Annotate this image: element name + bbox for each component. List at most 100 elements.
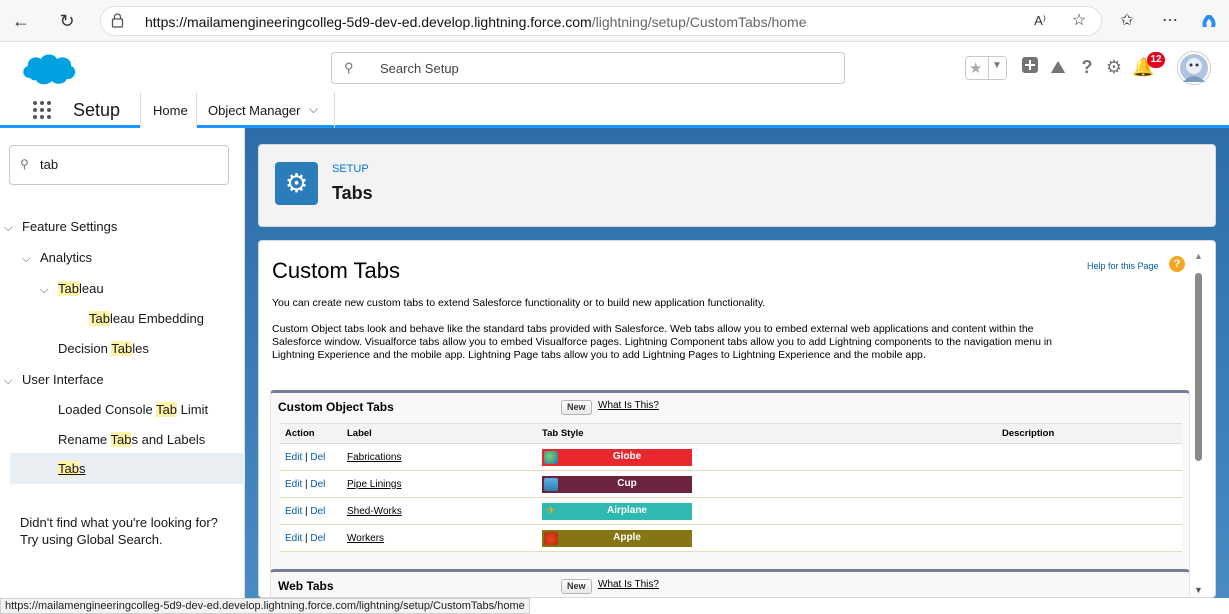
tree-decision-tables[interactable]: Decision Tables xyxy=(58,341,149,356)
back-arrow-icon[interactable]: ← xyxy=(10,10,32,32)
table-header-row: Action Label Tab Style Description xyxy=(280,423,1182,444)
url-path: /lightning/setup/CustomTabs/home xyxy=(591,14,807,30)
what-is-this-link[interactable]: What Is This? xyxy=(598,400,659,411)
content-scrollbar[interactable]: ▲ ▼ xyxy=(1194,251,1203,595)
chevron-down-icon[interactable]: ⌵ xyxy=(309,102,318,117)
trailhead-guidance-icon[interactable]: ⛰ xyxy=(1047,56,1069,78)
tree-label: s xyxy=(78,461,86,476)
section-title: Custom Tabs xyxy=(272,258,400,283)
chevron-down-icon[interactable]: ▼ xyxy=(992,60,1002,71)
style-cell: Globe xyxy=(537,443,997,471)
setup-gear-icon[interactable]: ⚙ xyxy=(1103,56,1125,78)
app-launcher-icon[interactable] xyxy=(33,101,53,121)
tab-style-swatch: Globe xyxy=(542,448,692,466)
url-text[interactable]: https://mailamengineeringcolleg-5d9-dev-… xyxy=(145,14,807,30)
globe-icon xyxy=(544,450,558,464)
tree-tableau[interactable]: ⌵ Tableau xyxy=(40,281,104,297)
setup-sidebar: ⚲ tab ⌵ Feature Settings ⌵ Analytics ⌵ Tabl… xyxy=(0,128,245,598)
help-line: Didn't find what you're looking for? xyxy=(20,515,218,530)
list-title: Custom Object Tabs xyxy=(278,400,394,414)
tab-object-manager[interactable]: Object Manager ⌵ xyxy=(197,92,335,128)
label-cell: Pipe Linings xyxy=(342,470,537,498)
tree-loaded-console-tab-limit[interactable]: Loaded Console Tab Limit xyxy=(58,402,208,417)
tree-label: Rename xyxy=(58,432,111,447)
salesforce-logo-icon[interactable] xyxy=(20,50,78,88)
tab-label-link[interactable]: Shed-Works xyxy=(347,506,402,517)
paragraph-line: Salesforce window. Visualforce tabs allo… xyxy=(272,336,1053,348)
browser-status-url: https://mailamengineeringcolleg-5d9-dev-… xyxy=(0,598,530,614)
column-header: Description xyxy=(997,423,1182,444)
address-bar[interactable]: https://mailamengineeringcolleg-5d9-dev-… xyxy=(100,6,1102,36)
search-icon: ⚲ xyxy=(344,60,354,75)
more-options-icon[interactable]: ⋯ xyxy=(1160,11,1180,31)
chevron-down-icon: ⌵ xyxy=(22,253,31,265)
tree-analytics[interactable]: ⌵ Analytics xyxy=(22,250,92,266)
new-web-tab-button[interactable]: New xyxy=(561,579,592,594)
delete-link[interactable]: Del xyxy=(310,533,325,544)
site-info-icon[interactable] xyxy=(111,13,127,29)
page-eyebrow: SETUP xyxy=(332,163,369,175)
reload-icon[interactable]: ↻ xyxy=(56,10,78,32)
web-tabs-list: Web Tabs New What Is This? xyxy=(270,569,1190,597)
search-placeholder: Search Setup xyxy=(380,61,459,76)
tree-rename-tabs-and-labels[interactable]: Rename Tabs and Labels xyxy=(58,432,205,447)
delete-link[interactable]: Del xyxy=(310,506,325,517)
tree-label: Feature Settings xyxy=(22,219,118,234)
table-row: Edit | Del Shed-Works ✈ Airplane xyxy=(280,497,1182,525)
favorites-list-icon[interactable]: ✩ xyxy=(1117,11,1137,31)
action-cell: Edit | Del xyxy=(280,524,342,552)
favorite-star-icon[interactable]: ☆ xyxy=(1069,11,1089,31)
description-cell xyxy=(997,524,1182,552)
label-cell: Fabrications xyxy=(342,443,537,471)
help-for-this-page-link[interactable]: Help for this Page xyxy=(1087,261,1159,271)
tree-label: Limit xyxy=(177,402,209,417)
new-custom-object-tab-button[interactable]: New xyxy=(561,400,592,415)
description-paragraph: Custom Object tabs look and behave like … xyxy=(272,323,1177,362)
tree-label: Decision xyxy=(58,341,112,356)
tab-label-link[interactable]: Fabrications xyxy=(347,452,401,463)
match-highlight: Tab xyxy=(58,281,79,296)
edit-link[interactable]: Edit xyxy=(285,506,302,517)
delete-link[interactable]: Del xyxy=(310,479,325,490)
tab-home[interactable]: Home xyxy=(140,92,197,131)
apple-icon xyxy=(544,531,558,545)
what-is-this-link[interactable]: What Is This? xyxy=(598,579,659,590)
url-host: https://mailamengineeringcolleg-5d9-dev-… xyxy=(145,14,592,30)
scroll-thumb[interactable] xyxy=(1195,273,1202,461)
read-aloud-icon[interactable]: A⁾ xyxy=(1030,11,1050,31)
delete-link[interactable]: Del xyxy=(310,452,325,463)
airplane-icon: ✈ xyxy=(544,504,558,518)
help-question-icon[interactable]: ? xyxy=(1169,256,1185,272)
help-icon[interactable]: ? xyxy=(1076,56,1098,78)
favorites-button[interactable]: ★ ▼ xyxy=(965,56,1007,80)
action-cell: Edit | Del xyxy=(280,470,342,498)
paragraph-line: Custom Object tabs look and behave like … xyxy=(272,323,1034,335)
match-highlight: Tab xyxy=(110,432,132,447)
tab-style-swatch: Cup xyxy=(542,475,692,493)
tab-label-link[interactable]: Pipe Linings xyxy=(347,479,401,490)
copilot-icon[interactable] xyxy=(1199,11,1219,31)
global-actions-icon[interactable] xyxy=(1019,56,1041,78)
setup-gear-icon: ⚙ xyxy=(275,162,318,205)
action-cell: Edit | Del xyxy=(280,443,342,471)
quick-find-input[interactable]: ⚲ tab xyxy=(9,145,229,185)
tab-label-link[interactable]: Workers xyxy=(347,533,384,544)
search-setup-input[interactable]: ⚲ Search Setup xyxy=(331,52,845,84)
custom-object-tabs-list: Custom Object Tabs New What Is This? Act… xyxy=(270,390,1190,585)
tree-user-interface[interactable]: ⌵ User Interface xyxy=(4,372,104,388)
user-avatar[interactable] xyxy=(1178,52,1210,84)
chevron-down-icon: ⌵ xyxy=(40,284,49,296)
scroll-up-arrow-icon[interactable]: ▲ xyxy=(1194,251,1203,261)
scroll-down-arrow-icon[interactable]: ▼ xyxy=(1194,585,1203,595)
edit-link[interactable]: Edit xyxy=(285,452,302,463)
tree-tableau-embedding[interactable]: Tableau Embedding xyxy=(89,311,204,326)
match-highlight: Tab xyxy=(58,461,79,476)
tree-feature-settings[interactable]: ⌵ Feature Settings xyxy=(4,219,117,235)
edit-link[interactable]: Edit xyxy=(285,533,302,544)
edit-link[interactable]: Edit xyxy=(285,479,302,490)
tree-tabs[interactable]: Tabs xyxy=(58,461,85,476)
match-highlight: Tab xyxy=(111,341,133,356)
action-cell: Edit | Del xyxy=(280,497,342,525)
tab-style-swatch: Apple xyxy=(542,529,692,547)
tree-label: Loaded Console xyxy=(58,402,157,417)
